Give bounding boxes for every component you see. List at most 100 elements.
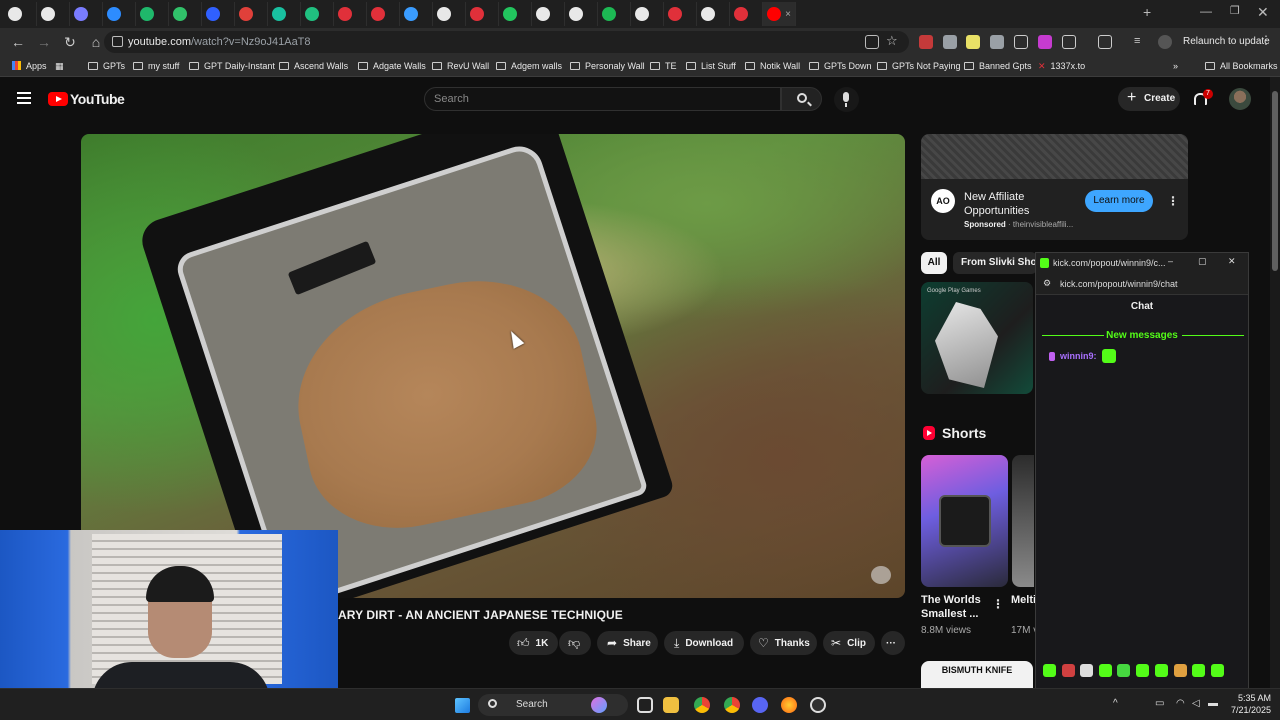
profile-avatar-icon[interactable] bbox=[1158, 35, 1172, 49]
short-title-2[interactable]: Melti most bbox=[1011, 593, 1035, 607]
bookmark-revu-wall[interactable]: RevU Wall bbox=[432, 61, 489, 71]
bookmark-gpt-daily-instant[interactable]: GPT Daily-Instant bbox=[189, 61, 275, 71]
emote-icon-2[interactable] bbox=[1062, 664, 1075, 677]
search-button[interactable] bbox=[781, 87, 822, 111]
emote-icon-8[interactable] bbox=[1174, 664, 1187, 677]
browser-tab[interactable] bbox=[4, 2, 37, 26]
windows-start-icon[interactable] bbox=[455, 698, 470, 713]
emote-icon-9[interactable] bbox=[1192, 664, 1205, 677]
next-video-thumbnail[interactable]: BISMUTH KNIFE bbox=[921, 661, 1033, 691]
browser-tab[interactable] bbox=[730, 2, 763, 26]
emote-icon-10[interactable] bbox=[1211, 664, 1224, 677]
create-button[interactable]: + Create bbox=[1118, 87, 1180, 111]
extension-icon-1[interactable] bbox=[919, 35, 933, 49]
close-tab-icon[interactable]: × bbox=[785, 9, 791, 20]
bookmarks-overflow-chevron-icon[interactable]: » bbox=[1173, 61, 1178, 71]
ad-title[interactable]: New Affiliate Opportunities bbox=[964, 190, 1074, 218]
file-explorer-icon[interactable] bbox=[663, 697, 679, 713]
short-thumbnail-1[interactable] bbox=[921, 455, 1008, 587]
browser-tab[interactable] bbox=[334, 2, 367, 26]
minimize-window-button[interactable]: — bbox=[1200, 4, 1212, 18]
browser-tab[interactable] bbox=[598, 2, 631, 26]
bookmark-personaly-wall[interactable]: Personaly Wall bbox=[570, 61, 645, 71]
obs-icon[interactable] bbox=[810, 697, 826, 713]
popout-close-icon[interactable]: ✕ bbox=[1228, 256, 1236, 267]
more-actions-button[interactable]: ··· bbox=[881, 631, 905, 655]
filter-chip-from-channel[interactable]: From Slivki Show bbox=[953, 252, 1037, 274]
page-scrollbar[interactable] bbox=[1270, 77, 1280, 688]
share-button[interactable]: ➦ Share bbox=[597, 631, 658, 655]
task-view-icon[interactable] bbox=[637, 697, 653, 713]
ad-more-options-icon[interactable]: ⋮ bbox=[1167, 194, 1179, 208]
browser-tab[interactable] bbox=[565, 2, 598, 26]
short-thumbnail-2[interactable] bbox=[1012, 455, 1034, 587]
search-input[interactable]: Search bbox=[424, 87, 781, 111]
browser-tab[interactable] bbox=[169, 2, 202, 26]
tray-app-icon[interactable]: ▭ bbox=[1155, 698, 1167, 710]
taskbar-clock-time[interactable]: 5:35 AM bbox=[1231, 693, 1271, 703]
extension-icon-3[interactable] bbox=[966, 35, 980, 49]
video-player[interactable] bbox=[81, 134, 905, 598]
relaunch-to-update-button[interactable]: Relaunch to update bbox=[1183, 36, 1270, 47]
site-settings-icon[interactable]: ⚙ bbox=[1043, 278, 1051, 289]
account-avatar[interactable] bbox=[1229, 88, 1251, 110]
extension-icon-4[interactable] bbox=[990, 35, 1004, 49]
browser-tab[interactable] bbox=[433, 2, 466, 26]
browser-tab[interactable] bbox=[235, 2, 268, 26]
wifi-icon[interactable]: ◠ bbox=[1176, 698, 1188, 710]
site-info-icon[interactable] bbox=[112, 36, 123, 47]
bookmark-notik-wall[interactable]: Notik Wall bbox=[745, 61, 800, 71]
advertiser-logo[interactable]: AO bbox=[931, 189, 955, 213]
tab-groups-icon[interactable]: ▦ bbox=[55, 61, 64, 72]
thanks-button[interactable]: ♡ Thanks bbox=[750, 631, 817, 655]
bookmark-apps[interactable]: Apps bbox=[12, 61, 47, 71]
reload-icon[interactable]: ↻ bbox=[58, 34, 82, 51]
short-more-options-icon[interactable]: ⋮ bbox=[992, 597, 1004, 611]
emote-icon-7[interactable] bbox=[1155, 664, 1168, 677]
copilot-icon[interactable] bbox=[591, 697, 607, 713]
browser-tab[interactable] bbox=[37, 2, 70, 26]
youtube-logo-text[interactable]: YouTube bbox=[70, 91, 125, 107]
browser-menu-icon[interactable]: ⋮ bbox=[1260, 33, 1274, 47]
popout-maximize-icon[interactable]: ▢ bbox=[1198, 256, 1207, 267]
browser-tab[interactable] bbox=[400, 2, 433, 26]
split-view-icon[interactable] bbox=[1098, 35, 1112, 49]
bookmark-ascend-walls[interactable]: Ascend Walls bbox=[279, 61, 348, 71]
youtube-logo-icon[interactable] bbox=[48, 92, 68, 106]
emote-icon-5[interactable] bbox=[1117, 664, 1130, 677]
bookmark-banned-gpts[interactable]: Banned Gpts bbox=[964, 61, 1032, 71]
bookmark-1337x[interactable]: ✕ 1337x.to bbox=[1038, 61, 1085, 72]
bookmark-all-bookmarks[interactable]: All Bookmarks bbox=[1205, 61, 1278, 71]
install-app-icon[interactable] bbox=[865, 35, 879, 49]
tray-overflow-chevron-icon[interactable]: ^ bbox=[1113, 698, 1125, 710]
battery-icon[interactable]: ▬ bbox=[1208, 698, 1220, 710]
bookmark-gpts-down[interactable]: GPTs Down bbox=[809, 61, 872, 71]
browser-tab[interactable] bbox=[532, 2, 565, 26]
close-window-button[interactable]: ✕ bbox=[1257, 4, 1269, 21]
download-button[interactable]: ⤓ Download bbox=[664, 631, 744, 655]
popout-minimize-icon[interactable]: – bbox=[1168, 256, 1173, 266]
bookmark-te[interactable]: TE bbox=[650, 61, 677, 71]
recommended-video-thumbnail[interactable]: Google Play Games bbox=[921, 282, 1033, 394]
short-title-1[interactable]: The Worlds Smallest ... bbox=[921, 593, 991, 621]
ad-banner-image[interactable] bbox=[921, 134, 1188, 179]
browser-tab[interactable] bbox=[697, 2, 730, 26]
browser-tab[interactable] bbox=[70, 2, 103, 26]
new-tab-button[interactable]: + bbox=[1143, 4, 1151, 20]
browser-tab[interactable] bbox=[136, 2, 169, 26]
bookmark-star-icon[interactable]: ☆ bbox=[886, 33, 900, 48]
dislike-button[interactable]: 👎︎ bbox=[559, 631, 591, 655]
taskbar-clock-date[interactable]: 7/21/2025 bbox=[1223, 705, 1271, 715]
browser-tab[interactable] bbox=[301, 2, 334, 26]
bookmark-adgem-walls[interactable]: Adgem walls bbox=[496, 61, 562, 71]
extension-icon-5[interactable] bbox=[1014, 35, 1028, 49]
new-messages-label[interactable]: New messages bbox=[1036, 330, 1248, 341]
scrollbar-thumb[interactable] bbox=[1272, 91, 1278, 271]
media-controls-icon[interactable]: ≡ bbox=[1134, 35, 1148, 49]
restore-window-button[interactable]: ❐ bbox=[1230, 4, 1240, 17]
emote-icon-4[interactable] bbox=[1099, 664, 1112, 677]
chrome-profile-icon[interactable] bbox=[724, 697, 740, 713]
volume-icon[interactable]: ◁ bbox=[1192, 698, 1204, 710]
channel-watermark-icon[interactable] bbox=[871, 566, 891, 584]
clip-button[interactable]: ✂ Clip bbox=[823, 631, 875, 655]
